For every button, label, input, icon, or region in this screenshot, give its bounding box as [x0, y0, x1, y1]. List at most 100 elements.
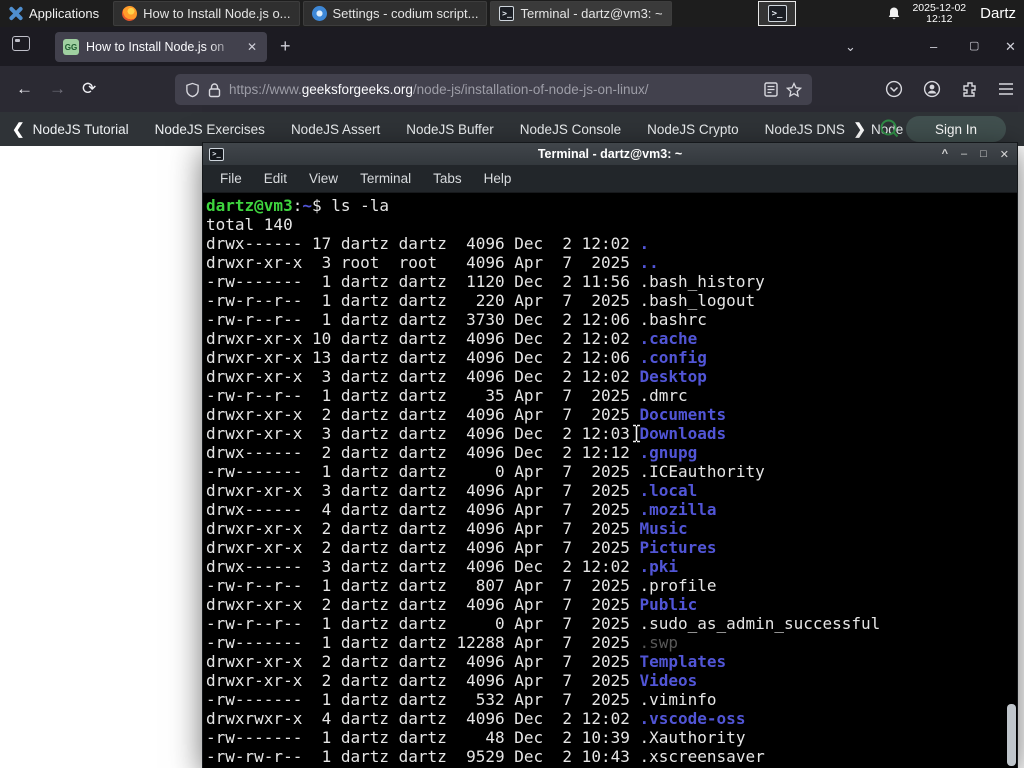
file-meta: -rw------- 1 dartz dartz 48 Dec 2 10:39 [206, 728, 640, 747]
sign-in-button[interactable]: Sign In [906, 116, 1006, 142]
terminal-line: drwxr-xr-x 2 dartz dartz 4096 Apr 7 2025… [206, 595, 1017, 614]
url-bar[interactable]: https://www.geeksforgeeks.org/node-js/in… [175, 74, 812, 105]
terminal-line: drwxr-xr-x 10 dartz dartz 4096 Dec 2 12:… [206, 329, 1017, 348]
file-meta: -rw------- 1 dartz dartz 532 Apr 7 2025 [206, 690, 640, 709]
panel-clock[interactable]: 2025-12-02 12:12 [912, 2, 966, 25]
prompt-dollar: $ [311, 196, 322, 215]
directory-name: .mozilla [639, 500, 717, 519]
nav-link[interactable]: NodeJS Tutorial [33, 122, 129, 137]
url-domain: geeksforgeeks.org [301, 82, 413, 97]
file-name: .bashrc [639, 310, 707, 329]
file-meta: drwxr-xr-x 2 dartz dartz 4096 Apr 7 2025 [206, 519, 640, 538]
menu-terminal[interactable]: Terminal [351, 168, 420, 189]
taskbar-window-button[interactable]: Settings - codium script... [302, 1, 488, 26]
nav-scroll-right-icon[interactable]: ❯ [853, 120, 866, 138]
file-name: .sudo_as_admin_successful [639, 614, 881, 633]
reload-button[interactable]: ⟳ [82, 79, 96, 99]
file-meta: -rw-r--r-- 1 dartz dartz 35 Apr 7 2025 [206, 386, 640, 405]
terminal-icon: >_ [767, 5, 787, 22]
window-close-button[interactable]: ✕ [1005, 39, 1016, 55]
browser-tab-bar: GG How to Install Node.js on ✕ + ⌄ – ▢ ✕ [0, 27, 1024, 66]
terminal-line: -rw------- 1 dartz dartz 532 Apr 7 2025 … [206, 690, 1017, 709]
applications-menu-button[interactable]: Applications [0, 0, 109, 27]
nav-link[interactable]: NodeJS DNS [765, 122, 845, 137]
file-meta: drwx------ 17 dartz dartz 4096 Dec 2 12:… [206, 234, 640, 253]
terminal-line: drwxr-xr-x 3 dartz dartz 4096 Dec 2 12:0… [206, 367, 1017, 386]
file-meta: -rw-r--r-- 1 dartz dartz 0 Apr 7 2025 [206, 614, 640, 633]
command-text: ls -la [331, 196, 390, 215]
terminal-window-controls: ^ – □ ✕ [942, 143, 1009, 165]
file-name: .profile [639, 576, 717, 595]
file-meta: drwxr-xr-x 3 dartz dartz 4096 Apr 7 2025 [206, 481, 640, 500]
account-icon[interactable] [923, 80, 941, 98]
file-meta: drwx------ 4 dartz dartz 4096 Apr 7 2025 [206, 500, 640, 519]
file-meta: drwxr-xr-x 2 dartz dartz 4096 Apr 7 2025 [206, 595, 640, 614]
menu-edit[interactable]: Edit [255, 168, 296, 189]
taskbar-window-button[interactable]: >_ Terminal - dartz@vm3: ~ [490, 1, 672, 26]
reader-mode-icon[interactable] [764, 82, 778, 97]
directory-name: .local [639, 481, 698, 500]
terminal-titlebar[interactable]: >_ Terminal - dartz@vm3: ~ ^ – □ ✕ [203, 143, 1017, 165]
close-button[interactable]: ✕ [1000, 148, 1009, 161]
terminal-output[interactable]: dartz@vm3:~$ ls -la total 140 drwx------… [203, 193, 1017, 768]
nav-link[interactable]: NodeJS Buffer [406, 122, 494, 137]
file-meta: -rw-r--r-- 1 dartz dartz 220 Apr 7 2025 [206, 291, 640, 310]
nav-link[interactable]: NodeJS Console [520, 122, 621, 137]
nav-scroll-left-icon[interactable]: ❮ [12, 120, 25, 138]
file-meta: drwxr-xr-x 2 dartz dartz 4096 Apr 7 2025 [206, 671, 640, 690]
menu-file[interactable]: File [211, 168, 251, 189]
terminal-line: -rw-r--r-- 1 dartz dartz 35 Apr 7 2025 .… [206, 386, 1017, 405]
file-meta: drwxr-xr-x 2 dartz dartz 4096 Apr 7 2025 [206, 538, 640, 557]
tab-close-icon[interactable]: ✕ [245, 38, 259, 56]
window-minimize-button[interactable]: – [930, 39, 937, 54]
notification-bell-icon[interactable] [886, 6, 902, 22]
firefox-view-icon[interactable] [12, 36, 30, 51]
panel-username[interactable]: Dartz [976, 5, 1016, 22]
nav-link[interactable]: NodeJS Exercises [155, 122, 265, 137]
terminal-window: >_ Terminal - dartz@vm3: ~ ^ – □ ✕ File E… [202, 142, 1018, 768]
maximize-button[interactable]: □ [980, 148, 987, 160]
nav-link[interactable]: NodeJS Crypto [647, 122, 739, 137]
taskbar-window-button[interactable]: How to Install Node.js o... [113, 1, 300, 26]
file-meta: drwx------ 2 dartz dartz 4096 Dec 2 12:1… [206, 443, 640, 462]
tracking-shield-icon[interactable] [185, 82, 200, 98]
bookmark-star-icon[interactable] [786, 81, 802, 98]
window-maximize-button[interactable]: ▢ [969, 39, 979, 52]
file-meta: drwxr-xr-x 3 dartz dartz 4096 Dec 2 12:0… [206, 424, 640, 443]
nav-link[interactable]: NodeJS Assert [291, 122, 380, 137]
terminal-menubar: File Edit View Terminal Tabs Help [203, 165, 1017, 193]
extensions-icon[interactable] [961, 81, 978, 98]
menu-view[interactable]: View [300, 168, 347, 189]
taskbar-window-title: How to Install Node.js o... [143, 6, 291, 21]
directory-name: Downloads [639, 424, 727, 443]
back-button[interactable]: ← [16, 79, 33, 99]
file-meta: -rw------- 1 dartz dartz 0 Apr 7 2025 [206, 462, 640, 481]
terminal-line: -rw-r--r-- 1 dartz dartz 0 Apr 7 2025 .s… [206, 614, 1017, 633]
prompt-colon: : [292, 196, 303, 215]
url-path: /node-js/installation-of-node-js-on-linu… [412, 82, 649, 97]
terminal-line: -rw------- 1 dartz dartz 48 Dec 2 10:39 … [206, 728, 1017, 747]
directory-name: Videos [639, 671, 698, 690]
menu-tabs[interactable]: Tabs [424, 168, 471, 189]
terminal-launcher-button[interactable]: >_ [758, 1, 796, 26]
hamburger-menu-icon[interactable] [998, 82, 1014, 96]
file-name: .xscreensaver [639, 747, 765, 766]
panel-status-area: 2025-12-02 12:12 Dartz [886, 0, 1024, 27]
lock-icon[interactable] [208, 82, 221, 98]
pocket-icon[interactable] [885, 80, 903, 98]
file-name: .bash_logout [639, 291, 756, 310]
menu-help[interactable]: Help [475, 168, 521, 189]
forward-button[interactable]: → [49, 79, 66, 99]
shade-button[interactable]: ^ [942, 148, 948, 160]
url-text[interactable]: https://www.geeksforgeeks.org/node-js/in… [229, 82, 756, 97]
file-meta: drwxr-xr-x 13 dartz dartz 4096 Dec 2 12:… [206, 348, 640, 367]
new-tab-button[interactable]: + [280, 37, 291, 55]
terminal-scrollbar-thumb[interactable] [1007, 704, 1016, 766]
file-name: .Xauthority [639, 728, 746, 747]
browser-tab[interactable]: GG How to Install Node.js on ✕ [55, 32, 267, 62]
search-icon[interactable] [879, 118, 900, 139]
file-name: .viminfo [639, 690, 717, 709]
file-meta: drwxr-xr-x 10 dartz dartz 4096 Dec 2 12:… [206, 329, 640, 348]
minimize-button[interactable]: – [961, 148, 967, 160]
tabs-list-chevron-icon[interactable]: ⌄ [845, 39, 856, 55]
